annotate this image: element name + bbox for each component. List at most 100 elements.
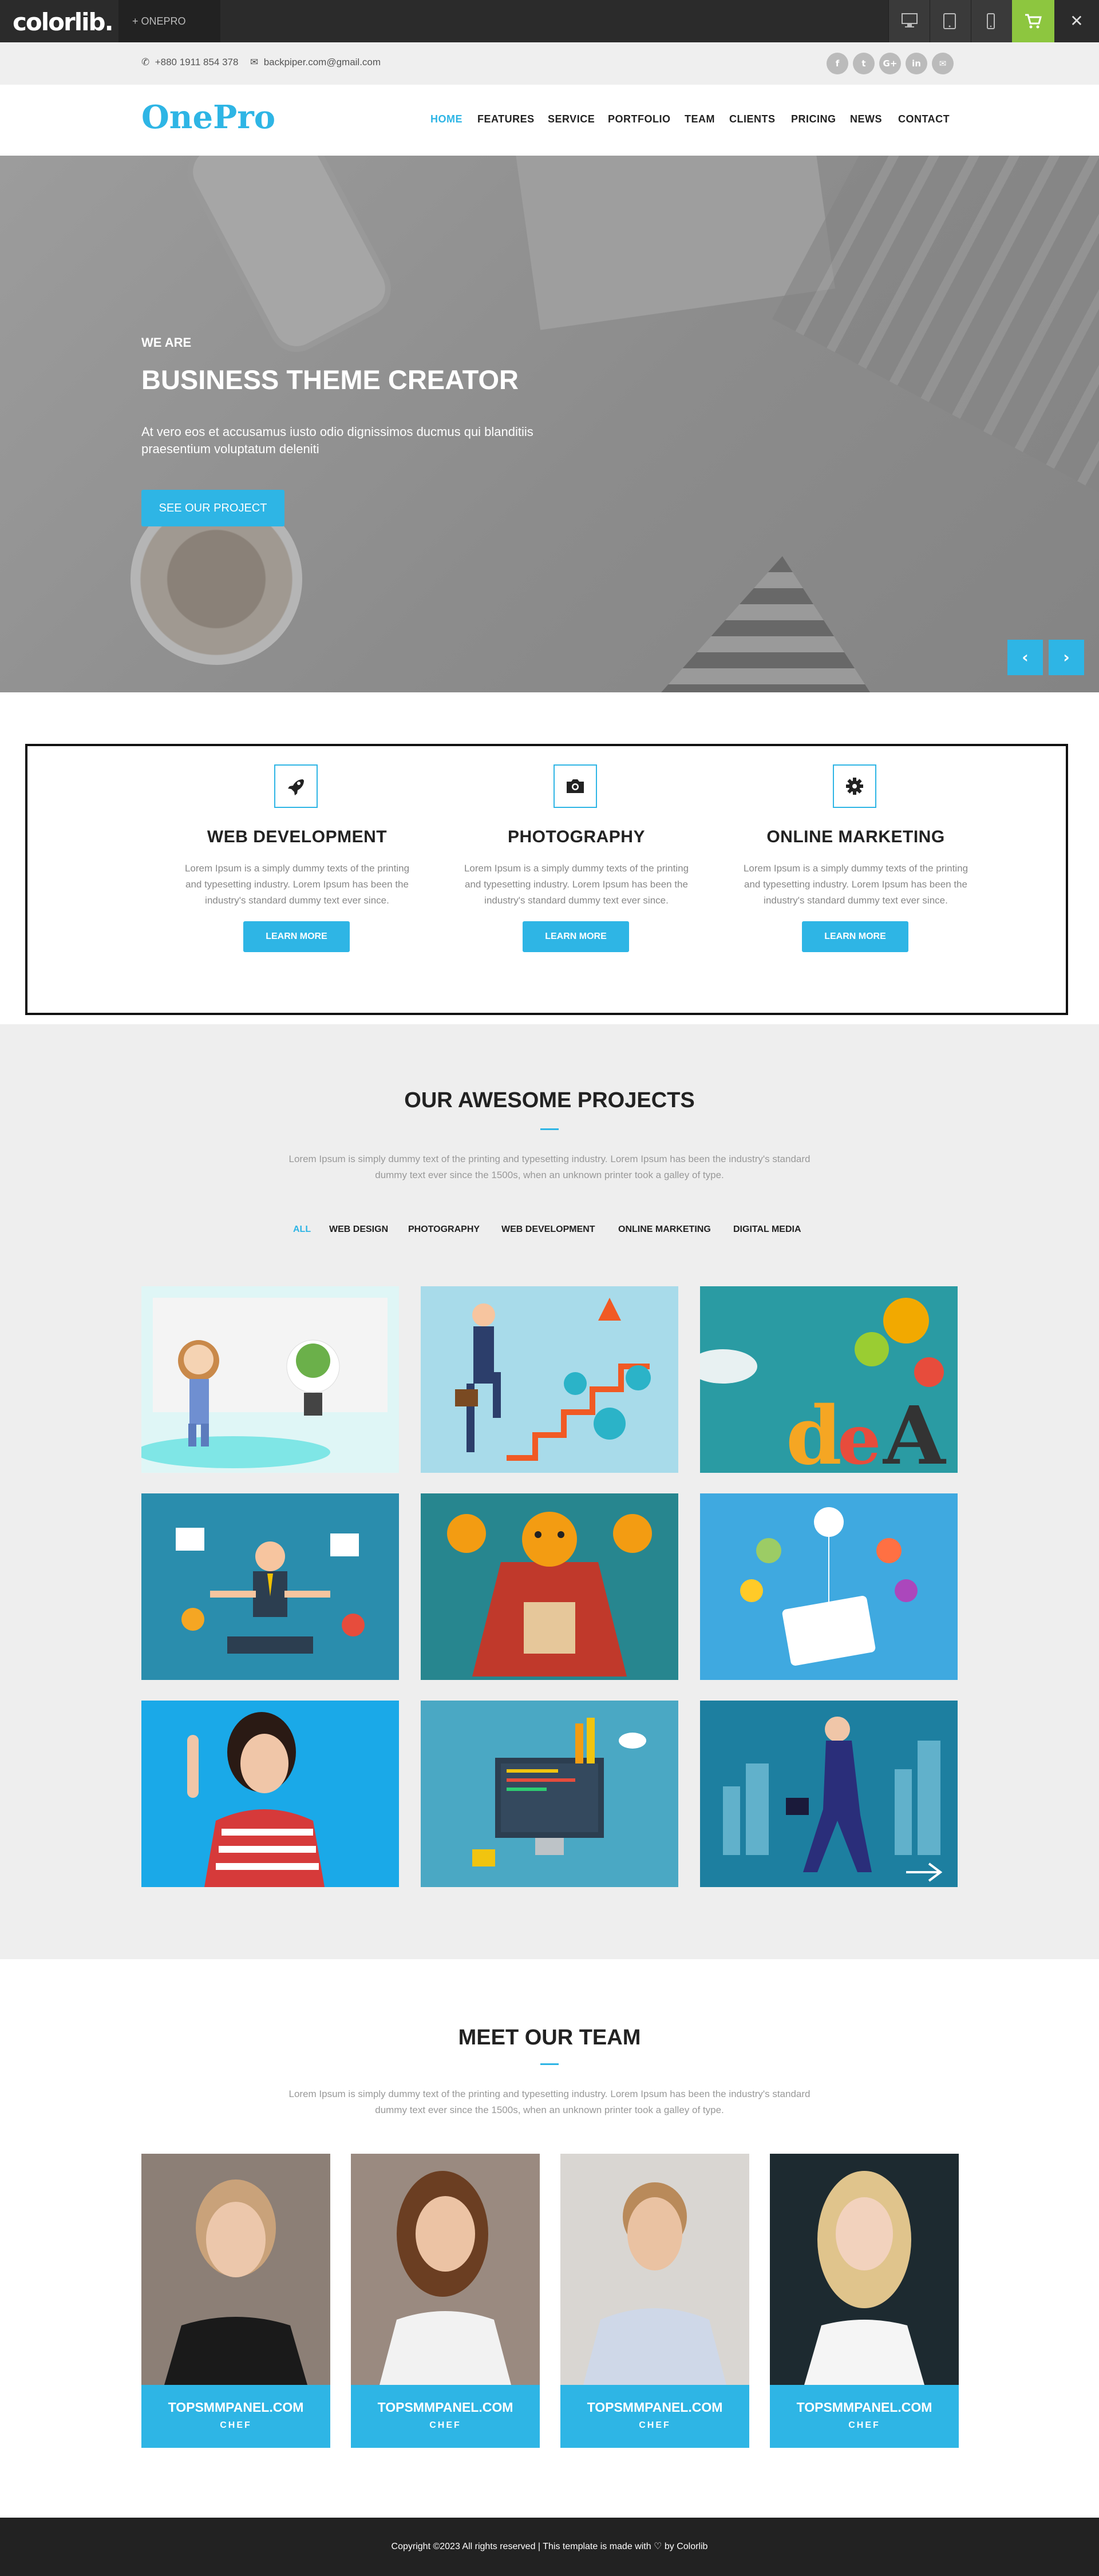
projects-text: Lorem Ipsum is simply dummy text of the … <box>288 1154 811 1180</box>
svg-text:A: A <box>882 1389 947 1473</box>
project-illustration <box>700 1493 958 1680</box>
nav-clients[interactable]: CLIENTS <box>729 113 776 125</box>
nav-home[interactable]: HOME <box>430 113 462 125</box>
project-tile[interactable] <box>421 1493 678 1680</box>
learn-more-button[interactable]: LEARN MORE <box>243 921 350 952</box>
team-title: MEET OUR TEAM <box>458 2026 641 2050</box>
email-info[interactable]: ✉ backpiper.com@gmail.com <box>250 42 381 82</box>
learn-more-button[interactable]: LEARN MORE <box>523 921 629 952</box>
service-text: Lorem Ipsum is a simply dummy texts of t… <box>464 863 689 906</box>
project-illustration <box>141 1286 399 1473</box>
mail-icon[interactable]: ✉ <box>932 53 954 74</box>
google-plus-icon[interactable]: G+ <box>879 53 901 74</box>
desktop-view-button[interactable] <box>888 0 930 42</box>
cart-button[interactable] <box>1012 0 1054 42</box>
filter-photography[interactable]: PHOTOGRAPHY <box>408 1224 480 1235</box>
member-photo <box>560 2154 749 2385</box>
nav-portfolio[interactable]: PORTFOLIO <box>608 113 671 125</box>
filter-all[interactable]: ALL <box>293 1224 311 1235</box>
project-tile[interactable] <box>700 1493 958 1680</box>
team-card[interactable]: TOPSMMPANEL.COM CHEF <box>351 2154 540 2448</box>
copyright-text: Copyright ©2023 All rights reserved | Th… <box>391 2542 708 2551</box>
theme-tab[interactable]: + ONEPRO <box>118 0 220 42</box>
mobile-icon <box>987 13 995 29</box>
service-text: Lorem Ipsum is a simply dummy texts of t… <box>743 863 968 906</box>
slider-next-button[interactable]: › <box>1049 640 1084 675</box>
close-button[interactable]: ✕ <box>1054 0 1099 42</box>
member-role: CHEF <box>429 2420 461 2430</box>
project-illustration <box>421 1493 678 1680</box>
project-tile[interactable] <box>141 1493 399 1680</box>
nav-contact[interactable]: CONTACT <box>898 113 950 125</box>
member-photo <box>770 2154 959 2385</box>
hero-bg-phone <box>185 156 393 355</box>
service-title: ONLINE MARKETING <box>766 827 945 846</box>
facebook-icon[interactable]: f <box>827 53 848 74</box>
phone-info: ✆ +880 1911 854 378 <box>141 42 238 82</box>
team-text: Lorem Ipsum is simply dummy text of the … <box>288 2088 811 2115</box>
services-section: WEB DEVELOPMENT Lorem Ipsum is a simply … <box>25 744 1068 1015</box>
tablet-view-button[interactable] <box>930 0 971 42</box>
nav-pricing[interactable]: PRICING <box>791 113 836 125</box>
svg-text:d: d <box>786 1389 842 1473</box>
mobile-view-button[interactable] <box>971 0 1012 42</box>
project-illustration <box>700 1701 958 1887</box>
filter-web-design[interactable]: WEB DESIGN <box>329 1224 388 1235</box>
hero-bg-pyramid <box>630 556 893 692</box>
nav-news[interactable]: NEWS <box>850 113 882 125</box>
project-tile[interactable] <box>421 1701 678 1887</box>
tablet-icon <box>943 13 956 29</box>
projects-title: OUR AWESOME PROJECTS <box>404 1088 695 1112</box>
team-card[interactable]: TOPSMMPANEL.COM CHEF <box>560 2154 749 2448</box>
project-illustration <box>421 1701 678 1887</box>
project-tile[interactable] <box>141 1286 399 1473</box>
project-illustration <box>141 1493 399 1680</box>
rocket-icon <box>288 779 304 795</box>
member-caption: TOPSMMPANEL.COM CHEF <box>560 2385 749 2448</box>
hero-title: BUSINESS THEME CREATOR <box>141 364 519 395</box>
title-divider <box>540 1128 559 1130</box>
team-card[interactable]: TOPSMMPANEL.COM CHEF <box>141 2154 330 2448</box>
project-illustration: d e A <box>700 1286 958 1473</box>
slider-prev-button[interactable]: ‹ <box>1007 640 1043 675</box>
main-navbar: OnePro HOME FEATURES SERVICE PORTFOLIO T… <box>0 85 1099 156</box>
cart-icon <box>1025 14 1042 29</box>
nav-team[interactable]: TEAM <box>685 113 715 125</box>
twitter-icon[interactable]: t <box>853 53 875 74</box>
member-name: TOPSMMPANEL.COM <box>377 2400 513 2415</box>
linkedin-icon[interactable]: in <box>906 53 927 74</box>
service-text: Lorem Ipsum is a simply dummy texts of t… <box>184 863 410 906</box>
camera-icon <box>567 779 584 793</box>
brand-logo[interactable]: OnePro <box>141 98 275 136</box>
filter-web-development[interactable]: WEB DEVELOPMENT <box>501 1224 595 1235</box>
member-name: TOPSMMPANEL.COM <box>168 2400 304 2415</box>
footer: Copyright ©2023 All rights reserved | Th… <box>0 2518 1099 2576</box>
member-photo <box>141 2154 330 2385</box>
nav-features[interactable]: FEATURES <box>477 113 535 125</box>
colorlib-logo[interactable]: colorlib. <box>13 8 114 36</box>
email-address: backpiper.com@gmail.com <box>263 57 381 68</box>
service-icon-box <box>554 764 597 808</box>
contact-info-bar: ✆ +880 1911 854 378 ✉ backpiper.com@gmai… <box>0 42 1099 85</box>
hero-text: At vero eos et accusamus iusto odio dign… <box>141 425 533 456</box>
team-card[interactable]: TOPSMMPANEL.COM CHEF <box>770 2154 959 2448</box>
project-tile[interactable] <box>421 1286 678 1473</box>
filter-online-marketing[interactable]: ONLINE MARKETING <box>618 1224 711 1235</box>
member-role: CHEF <box>848 2420 880 2430</box>
project-tile[interactable] <box>141 1701 399 1887</box>
projects-section: OUR AWESOME PROJECTS Lorem Ipsum is simp… <box>0 1024 1099 1959</box>
member-role: CHEF <box>639 2420 671 2430</box>
project-tile[interactable]: d e A <box>700 1286 958 1473</box>
learn-more-button[interactable]: LEARN MORE <box>802 921 908 952</box>
gear-icon <box>846 778 863 795</box>
project-tile[interactable] <box>700 1701 958 1887</box>
member-name: TOPSMMPANEL.COM <box>587 2400 723 2415</box>
hero-kicker: WE ARE <box>141 335 192 350</box>
colorlib-topbar: colorlib. + ONEPRO ✕ <box>0 0 1099 42</box>
see-project-button[interactable]: SEE OUR PROJECT <box>141 490 284 526</box>
nav-service[interactable]: SERVICE <box>548 113 595 125</box>
member-caption: TOPSMMPANEL.COM CHEF <box>770 2385 959 2448</box>
title-divider <box>540 2063 559 2065</box>
filter-digital-media[interactable]: DIGITAL MEDIA <box>733 1224 801 1235</box>
member-name: TOPSMMPANEL.COM <box>796 2400 932 2415</box>
